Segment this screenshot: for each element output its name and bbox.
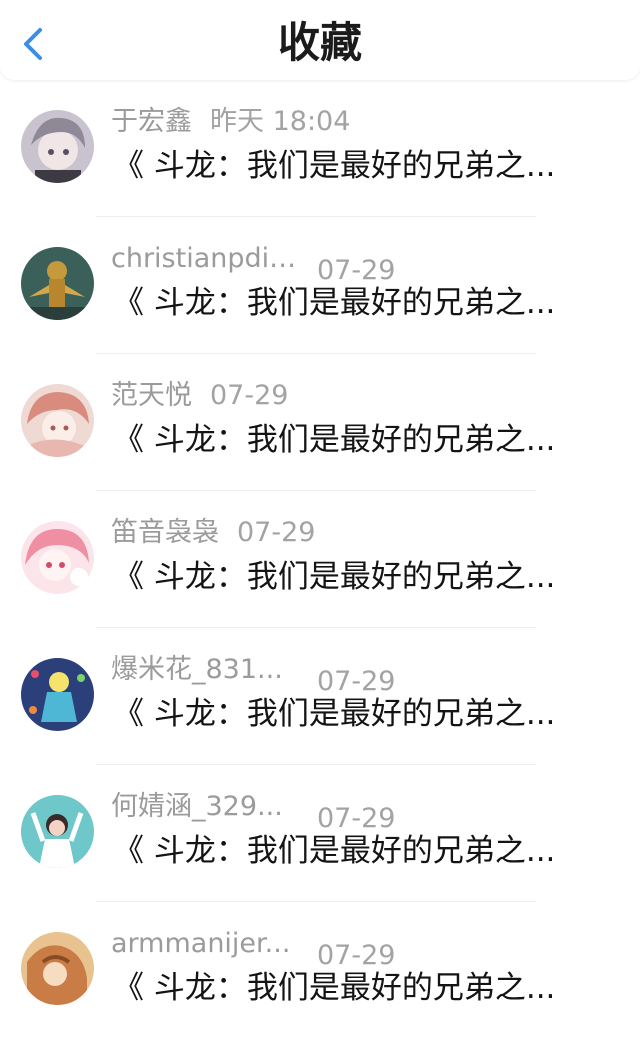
list-item[interactable]: christianpdil... 07-29 《 斗龙：我们是最好的兄弟之... [0, 217, 640, 354]
favorites-list: 于宏鑫 昨天 18:04 《 斗龙：我们是最好的兄弟之... christianp… [0, 80, 640, 1039]
favorite-title[interactable]: 《 斗龙：我们是最好的兄弟之... [113, 418, 593, 462]
username[interactable]: christianpdil... [111, 239, 301, 279]
list-item[interactable]: 笛音袅袅 07-29 《 斗龙：我们是最好的兄弟之... [0, 491, 640, 628]
item-meta: 于宏鑫 昨天 18:04 [111, 102, 350, 142]
item-meta: 何婧涵_329... 07-29 [111, 787, 395, 834]
avatar[interactable] [21, 658, 94, 731]
item-meta: 范天悦 07-29 [111, 376, 288, 416]
list-item[interactable]: 何婧涵_329... 07-29 《 斗龙：我们是最好的兄弟之... [0, 765, 640, 902]
list-item[interactable]: armmanijer... 07-29 《 斗龙：我们是最好的兄弟之... [0, 902, 640, 1039]
favorite-title[interactable]: 《 斗龙：我们是最好的兄弟之... [113, 555, 593, 599]
username[interactable]: 何婧涵_329... [111, 787, 301, 827]
avatar[interactable] [21, 932, 94, 1005]
avatar[interactable] [21, 384, 94, 457]
item-meta: christianpdil... 07-29 [111, 239, 395, 286]
list-item[interactable]: 爆米花_831... 07-29 《 斗龙：我们是最好的兄弟之... [0, 628, 640, 765]
username[interactable]: 范天悦 [111, 376, 192, 416]
timestamp: 07-29 [210, 380, 289, 411]
list-item[interactable]: 范天悦 07-29 《 斗龙：我们是最好的兄弟之... [0, 354, 640, 491]
username[interactable]: 笛音袅袅 [111, 513, 219, 553]
top-bar: 收藏 [0, 0, 640, 80]
item-meta: 爆米花_831... 07-29 [111, 650, 395, 697]
favorite-title[interactable]: 《 斗龙：我们是最好的兄弟之... [113, 966, 593, 1010]
avatar[interactable] [21, 795, 94, 868]
favorite-title[interactable]: 《 斗龙：我们是最好的兄弟之... [113, 144, 593, 188]
page-title: 收藏 [277, 18, 362, 67]
avatar[interactable] [21, 110, 94, 183]
item-meta: armmanijer... 07-29 [111, 924, 395, 971]
item-meta: 笛音袅袅 07-29 [111, 513, 315, 553]
list-item[interactable]: 于宏鑫 昨天 18:04 《 斗龙：我们是最好的兄弟之... [0, 80, 640, 217]
username[interactable]: 爆米花_831... [111, 650, 301, 690]
avatar[interactable] [21, 247, 94, 320]
timestamp: 07-29 [237, 517, 316, 548]
avatar[interactable] [21, 521, 94, 594]
favorite-title[interactable]: 《 斗龙：我们是最好的兄弟之... [113, 829, 593, 873]
username[interactable]: 于宏鑫 [111, 102, 192, 142]
favorite-title[interactable]: 《 斗龙：我们是最好的兄弟之... [113, 281, 593, 325]
favorite-title[interactable]: 《 斗龙：我们是最好的兄弟之... [113, 692, 593, 736]
timestamp: 昨天 18:04 [210, 106, 351, 137]
username[interactable]: armmanijer... [111, 924, 301, 964]
